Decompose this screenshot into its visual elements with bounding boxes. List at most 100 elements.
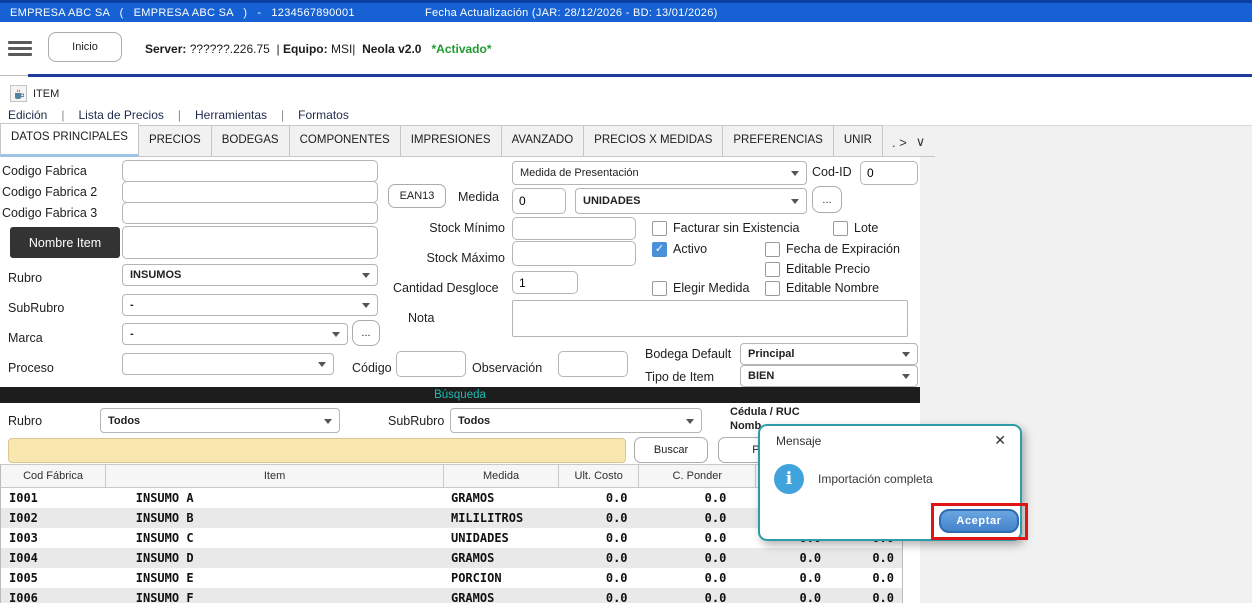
- divider: [28, 74, 1252, 77]
- stock-minimo-input[interactable]: [512, 217, 636, 240]
- aceptar-button[interactable]: Aceptar: [939, 509, 1019, 533]
- proceso-select[interactable]: [122, 353, 334, 375]
- rubro-select[interactable]: INSUMOS: [122, 264, 378, 286]
- window-title: ITEM: [33, 88, 59, 100]
- java-cup-icon: [10, 85, 27, 102]
- subrubro-select[interactable]: -: [122, 294, 378, 316]
- tab-preferencias[interactable]: PREFERENCIAS: [722, 125, 833, 157]
- server-value: ??????.226.75: [190, 42, 270, 56]
- tab-precios[interactable]: PRECIOS: [138, 125, 212, 157]
- titlebar-update-info: Fecha Actualización (JAR: 28/12/2026 - B…: [425, 7, 718, 19]
- table-row[interactable]: I004INSUMO DGRAMOS0.00.00.00.0: [0, 548, 903, 568]
- buscar-button[interactable]: Buscar: [634, 437, 708, 463]
- nota-label: Nota: [408, 311, 434, 325]
- ean13-button[interactable]: EAN13: [388, 184, 446, 208]
- medida-more-button[interactable]: ...: [812, 186, 842, 213]
- tab-avanzado[interactable]: AVANZADO: [501, 125, 585, 157]
- tab-impresiones[interactable]: IMPRESIONES: [400, 125, 502, 157]
- cod-id-input[interactable]: [860, 161, 918, 185]
- codigo-fabrica2-input[interactable]: [122, 181, 378, 203]
- stock-maximo-input[interactable]: [512, 241, 636, 266]
- separator: |: [276, 42, 279, 56]
- lote-checkbox[interactable]: [833, 221, 848, 236]
- medida-unidad-select[interactable]: UNIDADES: [575, 188, 807, 214]
- activo-checkbox[interactable]: ✓: [652, 242, 667, 257]
- cell-ult-costo: 0.0: [560, 491, 640, 505]
- codigo-input[interactable]: [396, 351, 466, 377]
- marca-select[interactable]: -: [122, 323, 348, 345]
- column-header-cod-fabrica: Cod Fábrica: [1, 465, 105, 487]
- medida-qty-input[interactable]: [512, 188, 566, 214]
- tab-datos-principales[interactable]: DATOS PRINCIPALES: [0, 123, 139, 157]
- cantidad-desgloce-input[interactable]: [512, 271, 578, 294]
- search-rubro-label: Rubro: [8, 414, 42, 428]
- menu-item-edicion[interactable]: Edición: [8, 108, 47, 122]
- column-header-medida: Medida: [443, 465, 558, 487]
- nombre-item-input[interactable]: [122, 226, 378, 259]
- medida-label: Medida: [458, 190, 499, 204]
- menu-item-herramientas[interactable]: Herramientas: [195, 108, 267, 122]
- search-subrubro-select[interactable]: Todos: [450, 408, 702, 433]
- table-row[interactable]: I006INSUMO FGRAMOS0.00.00.00.0: [0, 588, 903, 603]
- tab-scroll-icon[interactable]: . >: [892, 135, 907, 150]
- column-header-c-ponder: C. Ponder: [638, 465, 755, 487]
- tab-unir[interactable]: UNIR: [833, 125, 883, 157]
- cell-item: INSUMO D: [106, 551, 445, 565]
- observacion-input[interactable]: [558, 351, 628, 377]
- codigo-fabrica3-label: Codigo Fabrica 3: [2, 206, 97, 220]
- tab-componentes[interactable]: COMPONENTES: [289, 125, 401, 157]
- dialog-message: Importación completa: [818, 472, 933, 486]
- server-label: Server:: [145, 42, 186, 56]
- hamburger-menu-icon[interactable]: [8, 41, 32, 57]
- tipo-de-item-value: BIEN: [748, 370, 774, 382]
- editable-nombre-checkbox[interactable]: [765, 281, 780, 296]
- editable-precio-checkbox[interactable]: [765, 262, 780, 277]
- medida-presentacion-select[interactable]: Medida de Presentación: [512, 161, 807, 185]
- observacion-label: Observación: [472, 361, 542, 375]
- table-row[interactable]: I005INSUMO EPORCION0.00.00.00.0: [0, 568, 903, 588]
- search-rubro-select[interactable]: Todos: [100, 408, 340, 433]
- cantidad-desgloce-label: Cantidad Desgloce: [393, 281, 499, 295]
- lote-label: Lote: [854, 221, 878, 235]
- cell-c-ponder: 0.0: [640, 591, 757, 603]
- cell-c-ponder: 0.0: [640, 531, 757, 545]
- cell-cod: I003: [1, 531, 106, 545]
- inicio-button[interactable]: Inicio: [48, 32, 122, 62]
- facturar-sin-existencia-checkbox[interactable]: [652, 221, 667, 236]
- cell-ult-costo: 0.0: [560, 511, 640, 525]
- tab-overflow-icon[interactable]: ∨: [916, 134, 926, 150]
- menu-item-lista-de-precios[interactable]: Lista de Precios: [78, 108, 163, 122]
- close-icon[interactable]: ✕: [994, 432, 1006, 449]
- cell-c-ponder: 0.0: [640, 571, 757, 585]
- fecha-expiracion-checkbox[interactable]: [765, 242, 780, 257]
- server-status-line: Server: ??????.226.75 | Equipo: MSI| Neo…: [145, 42, 492, 56]
- elegir-medida-label: Elegir Medida: [673, 281, 749, 295]
- cell-medida: MILILITROS: [445, 511, 560, 525]
- cell-ult-costo: 0.0: [560, 551, 640, 565]
- menu-item-formatos[interactable]: Formatos: [298, 108, 349, 122]
- status-activado: *Activado*: [431, 42, 491, 56]
- search-input[interactable]: [8, 438, 626, 463]
- cell-cod: I006: [1, 591, 106, 603]
- codigo-fabrica3-input[interactable]: [122, 202, 378, 224]
- nombre-search-label: Nomb: [730, 420, 761, 432]
- codigo-label: Código: [352, 361, 392, 375]
- nota-textarea[interactable]: [512, 300, 908, 337]
- stock-minimo-label: Stock Mínimo: [400, 221, 505, 235]
- cell-medida: GRAMOS: [445, 591, 560, 603]
- info-icon: i: [774, 464, 804, 494]
- tab-bar: DATOS PRINCIPALES PRECIOS BODEGAS COMPON…: [0, 126, 925, 157]
- divider: [0, 75, 28, 76]
- tab-bodegas[interactable]: BODEGAS: [211, 125, 290, 157]
- bodega-default-select[interactable]: Principal: [740, 343, 918, 365]
- marca-more-button[interactable]: ...: [352, 320, 380, 346]
- busqueda-header: Búsqueda: [0, 387, 920, 403]
- column-header-item: Item: [105, 465, 443, 487]
- tipo-de-item-select[interactable]: BIEN: [740, 365, 918, 387]
- cell-item: INSUMO A: [106, 491, 445, 505]
- tab-precios-x-medidas[interactable]: PRECIOS X MEDIDAS: [583, 125, 723, 157]
- marca-value: -: [130, 328, 134, 340]
- product-name: Neola v2.0: [362, 42, 421, 56]
- elegir-medida-checkbox[interactable]: [652, 281, 667, 296]
- codigo-fabrica-input[interactable]: [122, 160, 378, 182]
